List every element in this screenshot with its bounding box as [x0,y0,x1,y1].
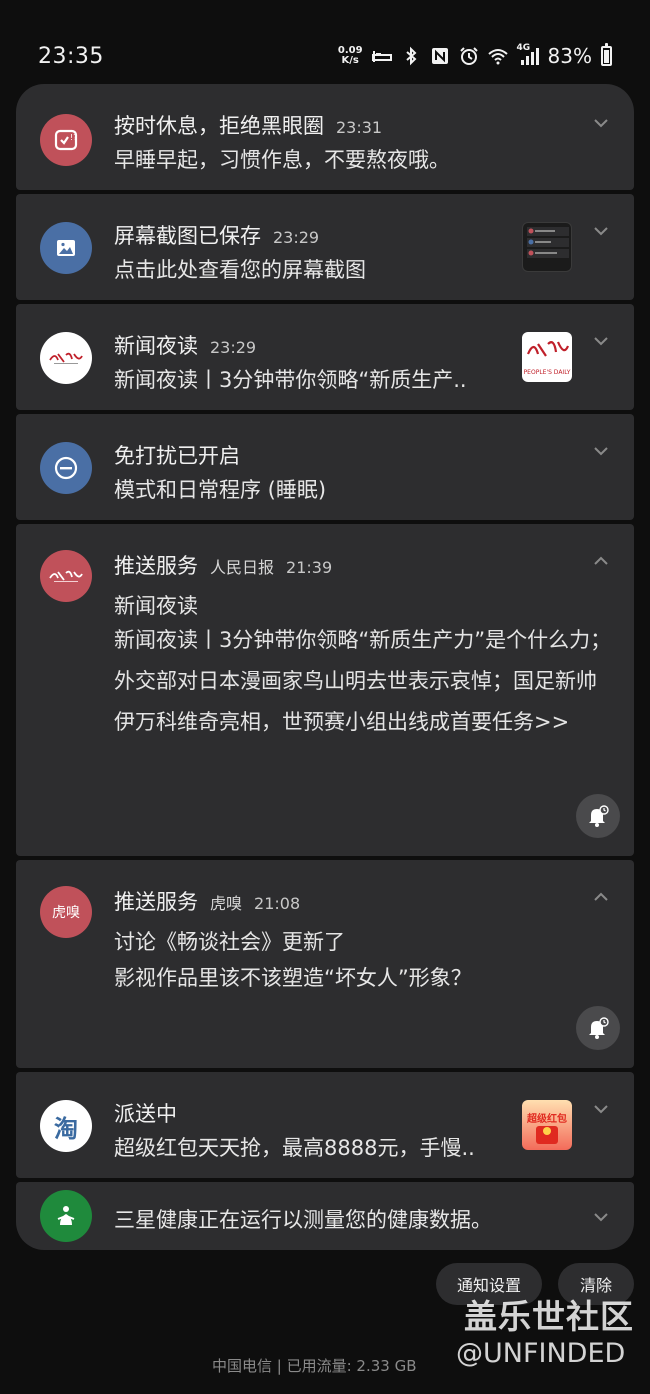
notification-push-peoples-daily[interactable]: 推送服务 人民日报 21:39 新闻夜读 新闻夜读丨3分钟带你领略“新质生产力”… [16,524,634,856]
battery-icon [601,43,612,66]
red-packet-thumbnail: 超级红包 [522,1100,572,1150]
chevron-up-icon[interactable] [592,888,610,906]
chevron-down-icon[interactable] [592,332,610,350]
notification-header: 新闻夜读 23:29 [114,330,256,360]
peoples-daily-logo [40,550,92,602]
notification-title: 按时休息，拒绝黑眼圈 [114,114,324,138]
chevron-down-icon[interactable] [592,1208,610,1226]
chevron-down-icon[interactable] [592,222,610,240]
chevron-up-icon[interactable] [592,552,610,570]
svg-text:!?: !? [70,133,77,142]
notification-title: 免打扰已开启 [114,444,240,468]
nfc-icon [431,48,448,64]
huxiu-logo: 虎嗅 [40,886,92,938]
sleep-icon [371,51,392,62]
notification-title: 新闻夜读 [114,334,198,358]
bedtime-check-icon: !? [40,114,92,166]
screenshot-thumbnail[interactable] [522,222,572,272]
notification-header: 按时休息，拒绝黑眼圈 23:31 [114,110,382,140]
notification-title: 推送服务 [114,554,198,578]
chevron-down-icon[interactable] [592,442,610,460]
notification-push-huxiu[interactable]: 虎嗅 推送服务 虎嗅 21:08 讨论《畅谈社会》更新了 影视作品里该不该塑造“… [16,860,634,1068]
notification-headline: 新闻夜读 [114,594,198,618]
status-icons: 0.09 K/s 4G 83% [337,43,612,68]
status-bar: 23:35 0.09 K/s 4G 83% [0,0,650,80]
huxiu-logo-text: 虎嗅 [52,905,80,921]
samsung-health-icon [40,1190,92,1242]
notification-title: 推送服务 [114,890,198,914]
notification-time: 23:31 [336,118,383,137]
notification-screenshot[interactable]: 屏幕截图已保存 23:29 点击此处查看您的屏幕截图 [16,194,634,300]
notification-header: 派送中 [114,1098,177,1128]
notification-sub-app: 虎嗅 [210,894,243,913]
notification-headline: 讨论《畅谈社会》更新了 [114,930,345,954]
watermark-handle: @UNFINDED [456,1338,626,1369]
notification-body: 点击此处查看您的屏幕截图 [114,258,366,282]
notification-taobao[interactable]: 淘 派送中 超级红包天天抢，最高8888元，手慢.. 超级红包 [16,1072,634,1178]
notification-body: 超级红包天天抢，最高8888元，手慢.. [114,1136,475,1160]
notification-time: 21:39 [286,558,333,577]
notification-header: 推送服务 人民日报 21:39 [114,550,332,580]
taobao-logo-text: 淘 [54,1114,78,1143]
net-speed: 0.09 K/s [337,45,363,66]
do-not-disturb-icon [40,442,92,494]
notification-body: 新闻夜读丨3分钟带你领略“新质生产力”是个什么力；外交部对日本漫画家鸟山明去世表… [114,628,612,734]
notification-title: 屏幕截图已保存 [114,224,261,248]
notification-body: 影视作品里该不该塑造“坏女人”形象？ [114,966,472,990]
thumb-caption: PEOPLE'S DAILY [523,369,571,376]
taobao-logo: 淘 [40,1100,92,1152]
notification-time: 21:08 [254,894,301,913]
notification-body: 新闻夜读丨3分钟带你领略“新质生产.. [114,368,467,392]
notification-header: 屏幕截图已保存 23:29 [114,220,319,250]
snooze-bell-icon[interactable] [576,794,620,838]
peoples-daily-thumbnail: PEOPLE'S DAILY [522,332,572,382]
notification-header: 免打扰已开启 [114,440,240,470]
watermark-community: 盖乐世社区 [464,1297,634,1336]
notification-sub-app: 人民日报 [210,558,275,577]
notification-dnd[interactable]: 免打扰已开启 模式和日常程序 (睡眠) [16,414,634,520]
notification-time: 23:29 [273,228,320,247]
notification-bedtime[interactable]: !? 按时休息，拒绝黑眼圈 23:31 早睡早起，习惯作息，不要熬夜哦。 [16,84,634,190]
notification-body: 早睡早起，习惯作息，不要熬夜哦。 [114,148,450,172]
image-icon [40,222,92,274]
notification-title: 派送中 [114,1102,177,1126]
alarm-icon [459,47,478,65]
battery-percent: 83% [547,44,592,68]
notification-news-night[interactable]: 新闻夜读 23:29 新闻夜读丨3分钟带你领略“新质生产.. PEOPLE'S … [16,304,634,410]
clock: 23:35 [38,44,104,69]
bluetooth-icon [405,46,417,66]
signal-icon: 4G [517,43,539,66]
chevron-down-icon[interactable] [592,1100,610,1118]
notification-samsung-health[interactable]: 三星健康正在运行以测量您的健康数据。 [16,1182,634,1250]
peoples-daily-logo [40,332,92,384]
wifi-icon [487,49,508,65]
carrier-data-usage: 中国电信 | 已用流量: 2.33 GB [212,1357,417,1375]
chevron-down-icon[interactable] [592,114,610,132]
notification-body: 模式和日常程序 (睡眠) [114,478,327,502]
notification-body: 三星健康正在运行以测量您的健康数据。 [114,1208,492,1232]
notification-time: 23:29 [210,338,257,357]
snooze-bell-icon[interactable] [576,1006,620,1050]
notification-header: 推送服务 虎嗅 21:08 [114,886,300,916]
